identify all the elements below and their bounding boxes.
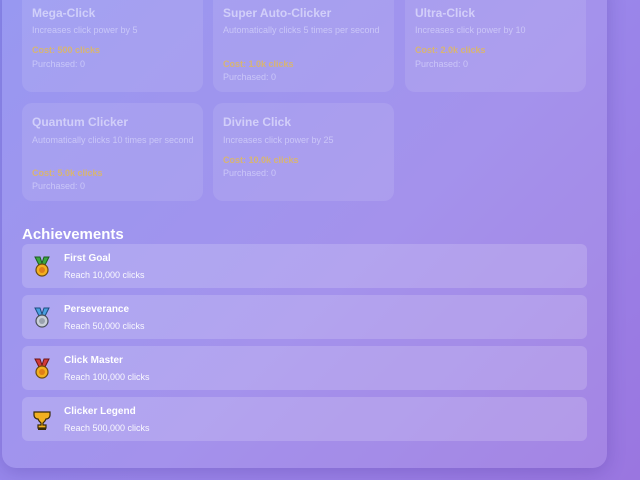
medal-green-icon — [34, 256, 50, 277]
upgrade-cost: Cost: 5.0k clicks — [32, 168, 103, 178]
upgrade-title: Divine Click — [223, 115, 292, 129]
achievement-title: Click Master — [64, 355, 123, 366]
medal-blue-icon — [34, 307, 50, 328]
upgrade-description: Increases click power by 25 — [223, 135, 334, 145]
achievements-heading: Achievements — [22, 226, 124, 243]
achievement-description: Reach 100,000 clicks — [64, 372, 150, 382]
achievement-description: Reach 10,000 clicks — [64, 270, 145, 280]
upgrade-cost: Cost: 500 clicks — [32, 45, 101, 55]
upgrade-purchased: Purchased: 0 — [32, 181, 86, 191]
achievement-title: Perseverance — [64, 304, 130, 315]
upgrade-title: Mega-Click — [32, 6, 96, 20]
upgrade-cost: Cost: 10.0k clicks — [223, 155, 299, 165]
upgrade-card-super-auto-clicker[interactable]: Super Auto-Clicker Automatically clicks … — [213, 0, 394, 92]
upgrade-title: Ultra-Click — [415, 6, 476, 20]
achievement-description: Reach 50,000 clicks — [64, 321, 145, 331]
upgrade-title: Quantum Clicker — [32, 115, 129, 129]
achievement-description: Reach 500,000 clicks — [64, 423, 150, 433]
upgrade-description: Automatically clicks 5 times per second — [223, 25, 380, 35]
upgrade-description: Automatically clicks 10 times per second — [32, 135, 194, 145]
upgrade-cost: Cost: 1.0k clicks — [223, 59, 294, 69]
upgrade-title: Super Auto-Clicker — [223, 6, 332, 20]
trophy-icon — [33, 411, 51, 430]
upgrade-purchased: Purchased: 0 — [415, 59, 469, 69]
upgrade-card-mega-click[interactable]: Mega-Click Increases click power by 5 Co… — [22, 0, 203, 92]
achievement-title: Clicker Legend — [64, 406, 136, 417]
upgrade-cost: Cost: 2.0k clicks — [415, 45, 486, 55]
achievement-clicker-legend: Clicker Legend Reach 500,000 clicks — [22, 397, 587, 441]
upgrade-description: Increases click power by 10 — [415, 25, 526, 35]
upgrade-description: Increases click power by 5 — [32, 25, 138, 35]
upgrade-purchased: Purchased: 0 — [223, 72, 277, 82]
achievement-perseverance: Perseverance Reach 50,000 clicks — [22, 295, 587, 339]
upgrade-card-ultra-click[interactable]: Ultra-Click Increases click power by 10 … — [405, 0, 586, 92]
medal-red-icon — [34, 358, 50, 379]
achievement-title: First Goal — [64, 253, 111, 264]
achievement-click-master: Click Master Reach 100,000 clicks — [22, 346, 587, 390]
upgrade-card-quantum-clicker[interactable]: Quantum Clicker Automatically clicks 10 … — [22, 103, 203, 201]
achievement-first-goal: First Goal Reach 10,000 clicks — [22, 244, 587, 288]
upgrade-purchased: Purchased: 0 — [223, 168, 277, 178]
upgrade-purchased: Purchased: 0 — [32, 59, 86, 69]
upgrade-card-divine-click[interactable]: Divine Click Increases click power by 25… — [213, 103, 394, 201]
